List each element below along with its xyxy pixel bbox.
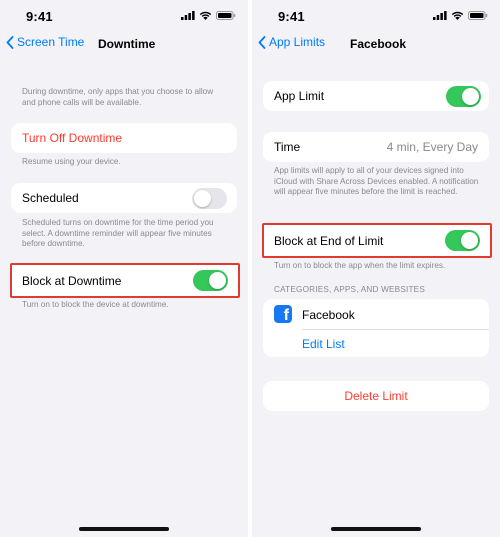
home-indicator: [331, 527, 421, 531]
scheduled-toggle[interactable]: [192, 188, 227, 209]
facebook-icon: f: [274, 305, 292, 324]
app-name: Facebook: [302, 308, 355, 322]
cellular-signal-icon: [433, 11, 447, 20]
block-at-downtime-row: Block at Downtime: [10, 263, 240, 298]
block-at-end-of-limit-note: Turn on to block the app when the limit …: [274, 261, 446, 270]
block-at-end-of-limit-label: Block at End of Limit: [274, 234, 384, 248]
status-bar: 9:41: [252, 0, 500, 30]
apps-list: f Facebook Edit List: [263, 299, 489, 357]
turn-off-downtime-label: Turn Off Downtime: [22, 131, 123, 145]
wifi-icon: [199, 11, 212, 20]
section-header: CATEGORIES, APPS, AND WEBSITES: [274, 285, 425, 294]
back-button-label: App Limits: [269, 35, 326, 49]
page-title: Facebook: [350, 37, 407, 51]
battery-icon: [468, 11, 488, 20]
delete-limit-label: Delete Limit: [344, 389, 408, 403]
toggle-knob: [209, 272, 226, 289]
app-limit-screen: 9:41 App Limits Facebook App Limit Time …: [252, 0, 500, 537]
toggle-knob: [461, 232, 478, 249]
wifi-icon: [451, 11, 464, 20]
scheduled-note: Scheduled turns on downtime for the time…: [22, 218, 214, 248]
toggle-knob: [194, 190, 211, 207]
scheduled-row: Scheduled: [11, 183, 237, 213]
status-time: 9:41: [278, 9, 305, 24]
time-value: 4 min, Every Day: [386, 140, 478, 154]
navigation-bar: Screen Time Downtime: [0, 32, 248, 56]
block-at-end-of-limit-row: Block at End of Limit: [262, 223, 492, 258]
time-label: Time: [274, 140, 301, 154]
battery-icon: [216, 11, 236, 20]
back-button-label: Screen Time: [17, 35, 85, 49]
navigation-bar: App Limits Facebook: [252, 32, 500, 56]
block-at-end-of-limit-toggle[interactable]: [445, 230, 480, 251]
cellular-signal-icon: [181, 11, 195, 20]
status-icons: [433, 11, 488, 20]
downtime-screen: 9:41 Screen Time Downtime During downtim…: [0, 0, 248, 537]
downtime-intro-note: During downtime, only apps that you choo…: [22, 87, 214, 107]
turn-off-note: Resume using your device.: [22, 157, 121, 166]
divider: [302, 329, 489, 330]
back-button[interactable]: App Limits: [258, 35, 325, 49]
status-time: 9:41: [26, 9, 53, 24]
status-bar: 9:41: [0, 0, 248, 30]
time-row[interactable]: Time 4 min, Every Day: [263, 132, 489, 162]
scheduled-label: Scheduled: [22, 191, 79, 205]
toggle-knob: [462, 88, 479, 105]
page-title: Downtime: [98, 37, 156, 51]
delete-limit-button[interactable]: Delete Limit: [263, 381, 489, 411]
block-at-downtime-note: Turn on to block the device at downtime.: [22, 300, 169, 309]
block-at-downtime-label: Block at Downtime: [22, 274, 122, 288]
chevron-left-icon: [258, 35, 266, 49]
edit-list-button[interactable]: Edit List: [302, 337, 345, 351]
back-button[interactable]: Screen Time: [6, 35, 84, 49]
block-at-downtime-toggle[interactable]: [193, 270, 228, 291]
status-icons: [181, 11, 236, 20]
app-limit-toggle[interactable]: [446, 86, 481, 107]
app-limit-label: App Limit: [274, 89, 325, 103]
chevron-left-icon: [6, 35, 14, 49]
home-indicator: [79, 527, 169, 531]
time-note: App limits will apply to all of your dev…: [274, 166, 479, 196]
turn-off-downtime-button[interactable]: Turn Off Downtime: [11, 123, 237, 153]
app-limit-row: App Limit: [263, 81, 489, 111]
